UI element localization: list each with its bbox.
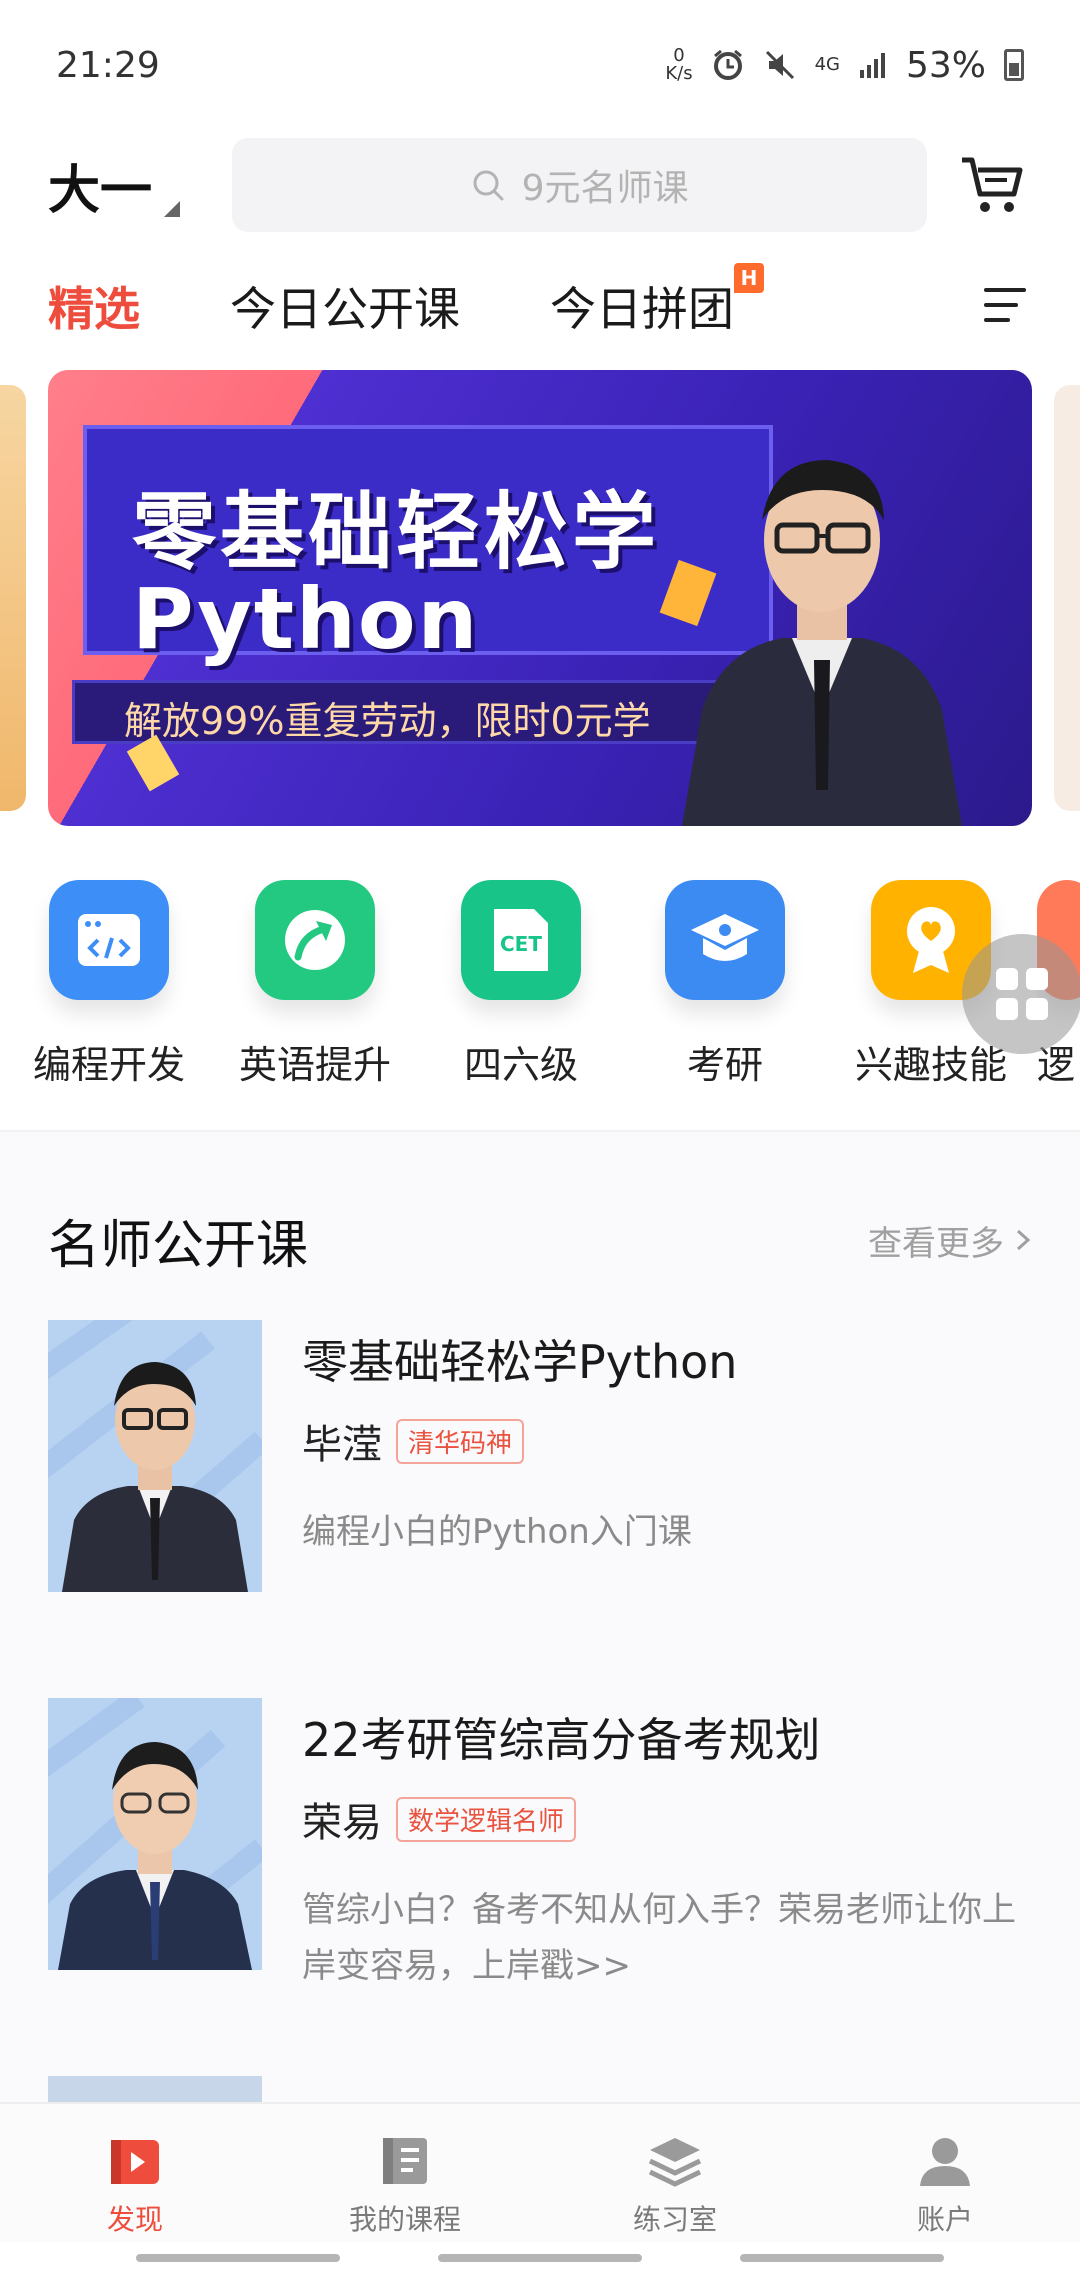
teacher-name: 荣易 [302, 1800, 382, 1846]
search-bar[interactable]: 9元名师课 [231, 138, 927, 232]
trend-up-icon [255, 880, 375, 1000]
banner-slide[interactable]: 零基础轻松学 Python 解放99%重复劳动，限时0元学 [48, 370, 1032, 826]
top-bar: 大一 9元名师课 [0, 130, 1080, 240]
cet-icon: CET [461, 880, 581, 1000]
net-speed: 0 K/s [665, 45, 693, 84]
banner-carousel[interactable]: 零基础轻松学 Python 解放99%重复劳动，限时0元学 [0, 370, 1080, 826]
search-placeholder: 9元名师课 [521, 168, 689, 209]
course-description: 管综小白？备考不知从何入手？荣易老师让你上岸变容易，上岸戳>> [302, 1890, 1016, 1986]
nav-account[interactable]: 账户 [810, 2104, 1080, 2242]
menu-icon[interactable] [980, 282, 1030, 328]
network-type: 4G [814, 54, 840, 75]
teacher-tag: 清华码神 [396, 1418, 525, 1464]
grade-selector[interactable]: 大一 [48, 148, 232, 223]
course-thumbnail [48, 1320, 262, 1592]
teacher-photo [682, 460, 962, 826]
teacher-name: 毕滢 [302, 1422, 382, 1468]
hot-badge: H [734, 263, 764, 293]
banner-prev-peek [0, 385, 26, 811]
banner-next-peek [1054, 385, 1080, 811]
course-card[interactable]: 零基础轻松学Python 毕滢 清华码神 编程小白的Python入门课 [48, 1320, 1032, 1592]
section-title: 名师公开课 [48, 1215, 309, 1276]
battery-percent: 53% [905, 44, 986, 86]
category-english[interactable]: 英语提升 [215, 880, 415, 1089]
gesture-bar-right [740, 2254, 944, 2262]
cart-button[interactable] [953, 145, 1032, 225]
chevron-right-icon [1016, 1229, 1031, 1251]
course-card[interactable]: 22考研管综高分备考规划 荣易 数学逻辑名师 管综小白？备考不知从何入手？荣易老… [48, 1698, 1032, 1986]
search-icon [473, 170, 504, 201]
course-title: 零基础轻松学Python [302, 1335, 738, 1389]
category-programming[interactable]: 编程开发 [9, 880, 209, 1089]
mute-icon [765, 50, 794, 80]
user-icon [915, 2132, 975, 2190]
status-bar: 21:29 0 K/s 4G 53% [0, 0, 1080, 130]
status-time: 21:29 [56, 44, 160, 86]
banner-title-line2: Python [132, 570, 480, 668]
alarm-icon [713, 49, 742, 80]
grid-icon [996, 968, 1048, 1020]
nav-practice-room[interactable]: 练习室 [540, 2104, 810, 2242]
code-icon [49, 880, 169, 1000]
cart-icon [962, 157, 1023, 212]
section-header: 名师公开课 查看更多 [48, 1200, 1032, 1280]
category-grid: 编程开发 英语提升 CET 四六级 考研 兴趣技能 逻 [0, 880, 1080, 1100]
banner-subtitle: 解放99%重复劳动，限时0元学 [124, 699, 651, 743]
discover-icon [105, 2132, 165, 2190]
bottom-nav: 发现 我的课程 练习室 账户 [0, 2102, 1080, 2242]
layers-icon [645, 2132, 705, 2190]
gesture-bar-center [438, 2254, 642, 2262]
category-tabs: 精选 今日公开课 今日拼团 H [0, 258, 1080, 354]
teacher-tag: 数学逻辑名师 [396, 1796, 577, 1842]
tab-group-buy[interactable]: 今日拼团 H [550, 263, 764, 339]
signal-icon [859, 53, 885, 78]
nav-my-courses[interactable]: 我的课程 [270, 2104, 540, 2242]
nav-discover[interactable]: 发现 [0, 2104, 270, 2242]
tab-open-courses[interactable]: 今日公开课 [230, 273, 460, 339]
battery-icon [1004, 49, 1024, 81]
banner-title-line1: 零基础轻松学 [132, 483, 661, 581]
see-more-link[interactable]: 查看更多 [868, 1216, 1032, 1265]
category-cet[interactable]: CET 四六级 [421, 880, 621, 1089]
svg-text:CET: CET [500, 932, 542, 956]
gesture-bar-left [136, 2254, 340, 2262]
tab-featured[interactable]: 精选 [48, 273, 140, 339]
status-icons: 0 K/s 4G 53% [665, 45, 1024, 86]
book-icon [375, 2132, 435, 2190]
category-postgrad[interactable]: 考研 [625, 880, 825, 1089]
floating-apps-button[interactable] [962, 934, 1080, 1054]
graduation-cap-icon [665, 880, 785, 1000]
course-thumbnail [48, 1698, 262, 1970]
dropdown-triangle-icon [164, 200, 181, 217]
course-description: 编程小白的Python入门课 [302, 1512, 692, 1552]
course-title: 22考研管综高分备考规划 [302, 1713, 821, 1767]
